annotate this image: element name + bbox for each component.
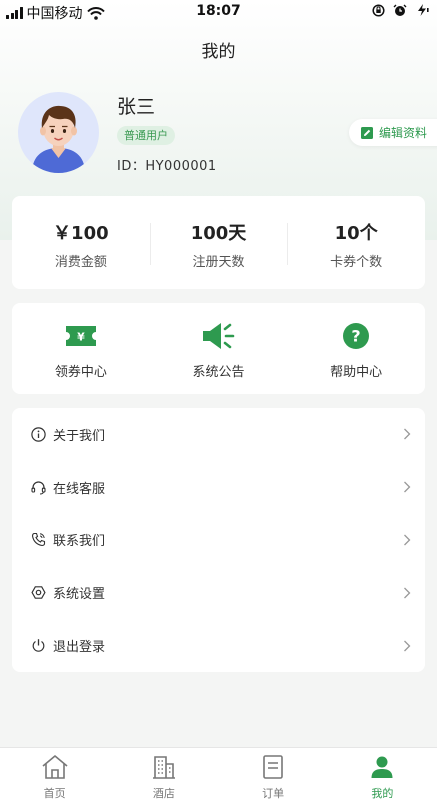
status-right [372, 3, 429, 17]
features-card: ¥ 领券中心 系统公告 ? 帮助中心 [12, 303, 425, 394]
stat-spending[interactable]: ￥100 消费金额 [12, 196, 150, 289]
tab-label: 酒店 [152, 787, 175, 800]
status-bar: 中国移动 18:07 [0, 0, 437, 24]
page-title: 我的 [201, 42, 236, 62]
home-icon [42, 755, 68, 779]
edit-profile-label: 编辑资料 [379, 126, 428, 140]
svg-text:?: ? [352, 327, 361, 346]
chevron-right-icon [404, 587, 411, 599]
chevron-right-icon [404, 534, 411, 546]
edit-profile-button[interactable]: 编辑资料 [349, 119, 437, 146]
feature-label: 领券中心 [54, 365, 107, 380]
hotel-icon [152, 756, 175, 779]
phone-icon [31, 533, 46, 547]
menu-item-online-service[interactable]: 在线客服 [12, 461, 425, 514]
alarm-icon [393, 4, 407, 16]
menu-label: 联系我们 [53, 534, 106, 550]
stat-label: 消费金额 [54, 255, 107, 270]
settings-icon [31, 586, 46, 600]
user-name: 张三 [117, 96, 156, 118]
user-id: ID：HY000001 [117, 159, 217, 174]
stat-value: 100天 [190, 223, 247, 244]
menu-item-contact[interactable]: 联系我们 [12, 514, 425, 567]
stat-coupons[interactable]: 10个 卡券个数 [287, 196, 425, 289]
stat-registered-days[interactable]: 100天 注册天数 [149, 196, 288, 289]
stat-value: ￥100 [53, 223, 109, 244]
menu-item-about[interactable]: 关于我们 [12, 408, 425, 461]
menu-label: 关于我们 [53, 428, 106, 444]
menu-item-logout[interactable]: 退出登录 [12, 619, 425, 672]
tab-bar: 首页 酒店 订单 我的 [0, 747, 437, 800]
tab-label: 我的 [371, 787, 394, 800]
chevron-right-icon [404, 640, 411, 652]
orientation-lock-icon [372, 3, 385, 17]
tab-label: 订单 [262, 787, 285, 800]
menu-label: 退出登录 [53, 640, 106, 656]
stats-card: ￥100 消费金额 100天 注册天数 10个 卡券个数 [12, 196, 425, 289]
tab-hotel[interactable]: 酒店 [109, 748, 218, 800]
feature-help-center[interactable]: ? 帮助中心 [287, 303, 425, 394]
feature-label: 系统公告 [192, 365, 245, 380]
svg-text:¥: ¥ [77, 331, 85, 344]
menu-card: 关于我们 在线客服 联系我们 系统设置 退出登录 [12, 408, 425, 672]
stat-label: 卡券个数 [330, 255, 383, 270]
chevron-right-icon [404, 481, 411, 493]
avatar-illustration [32, 105, 85, 173]
menu-label: 在线客服 [53, 481, 106, 497]
feature-announcements[interactable]: 系统公告 [150, 303, 288, 394]
chevron-right-icon [404, 428, 411, 440]
feature-coupon-center[interactable]: ¥ 领券中心 [12, 303, 150, 394]
tab-label: 首页 [43, 787, 66, 800]
avatar[interactable] [18, 92, 99, 173]
edit-icon [361, 126, 373, 139]
power-icon [32, 639, 45, 652]
stat-label: 注册天数 [192, 255, 245, 270]
help-icon: ? [343, 323, 370, 349]
announcement-icon [202, 323, 234, 349]
order-icon [263, 755, 283, 779]
info-icon [31, 427, 46, 442]
tab-home[interactable]: 首页 [0, 748, 109, 800]
coupon-icon: ¥ [65, 326, 96, 346]
headset-icon [31, 481, 46, 495]
stat-value: 10个 [334, 223, 378, 244]
tab-mine[interactable]: 我的 [328, 748, 437, 800]
tab-orders[interactable]: 订单 [219, 748, 328, 800]
battery-charging-icon [418, 4, 429, 16]
user-level-badge: 普通用户 [117, 126, 175, 145]
feature-label: 帮助中心 [330, 365, 383, 380]
menu-label: 系统设置 [53, 587, 106, 603]
menu-item-settings[interactable]: 系统设置 [12, 566, 425, 619]
user-icon [371, 756, 393, 778]
